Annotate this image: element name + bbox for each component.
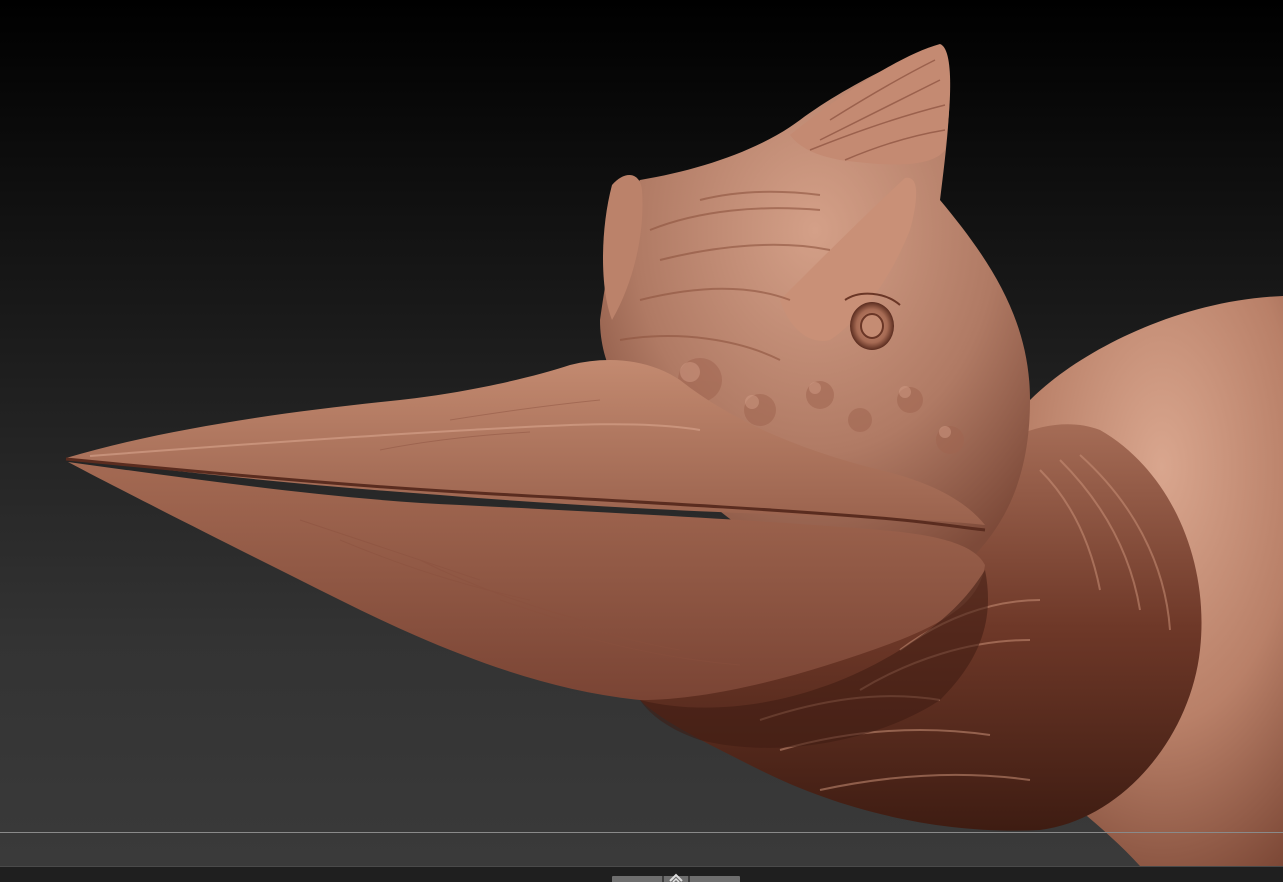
floor-grid-line — [0, 832, 1283, 833]
sculpt-model — [65, 44, 1283, 866]
zbrush-app — [0, 0, 1283, 882]
bottom-tray[interactable] — [0, 866, 1283, 882]
double-chevron-icon[interactable] — [668, 873, 684, 882]
eye-pupil — [860, 313, 884, 339]
canvas-viewport[interactable] — [0, 0, 1283, 866]
crest-horn — [790, 44, 951, 165]
